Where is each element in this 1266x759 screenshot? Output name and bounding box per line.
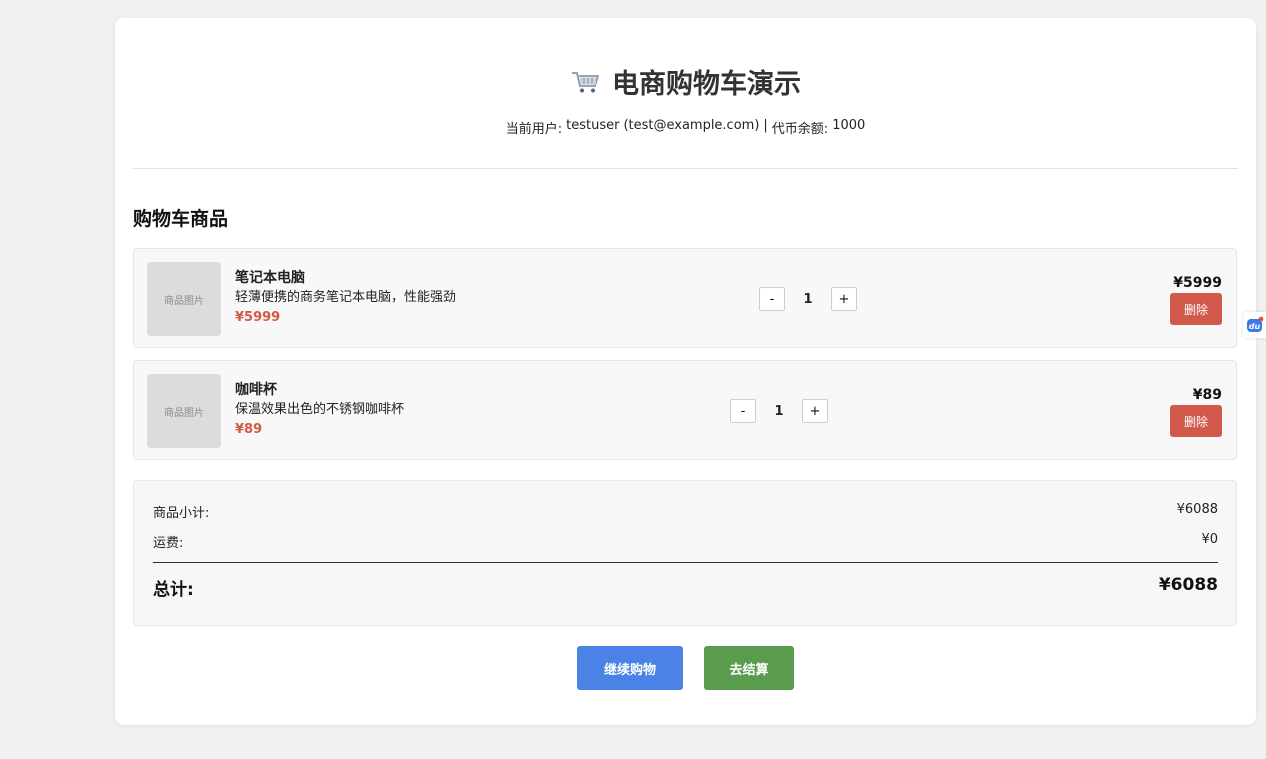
side-widget[interactable]: du — [1243, 312, 1266, 338]
product-info: 咖啡杯 保温效果出色的不锈钢咖啡杯 ¥89 — [235, 381, 404, 440]
username: testuser — [566, 118, 620, 133]
baidu-paw-icon: du — [1246, 316, 1263, 332]
subtotal-label: 商品小计: — [153, 506, 210, 521]
line-total: ¥5999 — [1173, 275, 1222, 291]
delete-button[interactable]: 删除 — [1170, 405, 1222, 437]
info-separator: | — [763, 118, 768, 133]
decrease-quantity-button[interactable]: - — [730, 399, 756, 423]
shopping-cart-icon — [570, 69, 600, 95]
summary-divider — [153, 562, 1218, 563]
product-name: 笔记本电脑 — [235, 270, 305, 286]
title-row: 电商购物车演示 — [133, 62, 1238, 101]
shipping-label: 运费: — [153, 536, 184, 551]
balance-label: 代币余额: — [771, 122, 829, 137]
user-info: 当前用户: testuser (test@example.com) | 代币余额… — [133, 118, 1238, 137]
delete-button[interactable]: 删除 — [1170, 293, 1222, 325]
decrease-quantity-button[interactable]: - — [759, 287, 785, 311]
page-header: 电商购物车演示 当前用户: testuser (test@example.com… — [133, 18, 1238, 169]
order-summary: 商品小计: ¥6088 运费: ¥0 总计: ¥6088 — [133, 480, 1237, 626]
cart-actions: 继续购物 去结算 — [115, 646, 1256, 690]
item-actions: ¥5999 删除 — [1170, 274, 1222, 325]
continue-shopping-button[interactable]: 继续购物 — [577, 646, 683, 690]
shipping-row: 运费: ¥0 — [153, 532, 1218, 551]
cart-section-title: 购物车商品 — [133, 208, 229, 230]
page-title: 电商购物车演示 — [612, 69, 801, 100]
product-image: 商品图片 — [147, 262, 221, 336]
product-image: 商品图片 — [147, 374, 221, 448]
balance-value: 1000 — [832, 118, 866, 133]
user-label: 当前用户: — [505, 122, 563, 137]
line-total: ¥89 — [1192, 387, 1222, 403]
quantity-value: 1 — [803, 291, 813, 307]
increase-quantity-button[interactable]: + — [802, 399, 828, 423]
quantity-stepper: - 1 + — [759, 287, 857, 311]
subtotal-value: ¥6088 — [1176, 502, 1218, 517]
cart-item: 商品图片 笔记本电脑 轻薄便携的商务笔记本电脑，性能强劲 ¥5999 - 1 +… — [133, 248, 1237, 348]
quantity-value: 1 — [774, 403, 784, 419]
cart-panel: 电商购物车演示 当前用户: testuser (test@example.com… — [115, 18, 1256, 725]
product-info: 笔记本电脑 轻薄便携的商务笔记本电脑，性能强劲 ¥5999 — [235, 269, 456, 328]
item-actions: ¥89 删除 — [1170, 386, 1222, 437]
quantity-stepper: - 1 + — [730, 399, 828, 423]
total-row: 总计: ¥6088 — [153, 575, 1218, 600]
total-value: ¥6088 — [1158, 575, 1218, 595]
side-widget-text: du — [1248, 322, 1260, 331]
subtotal-row: 商品小计: ¥6088 — [153, 502, 1218, 521]
product-unit-price: ¥5999 — [235, 310, 281, 325]
increase-quantity-button[interactable]: + — [831, 287, 857, 311]
total-label: 总计: — [153, 580, 194, 600]
checkout-button[interactable]: 去结算 — [704, 646, 794, 690]
user-email: (test@example.com) — [623, 118, 760, 133]
product-description: 保温效果出色的不锈钢咖啡杯 — [235, 402, 405, 417]
product-description: 轻薄便携的商务笔记本电脑，性能强劲 — [235, 290, 457, 305]
shipping-value: ¥0 — [1201, 532, 1218, 547]
cart-item: 商品图片 咖啡杯 保温效果出色的不锈钢咖啡杯 ¥89 - 1 + ¥89 删除 — [133, 360, 1237, 460]
product-unit-price: ¥89 — [235, 422, 263, 437]
product-name: 咖啡杯 — [235, 382, 277, 398]
